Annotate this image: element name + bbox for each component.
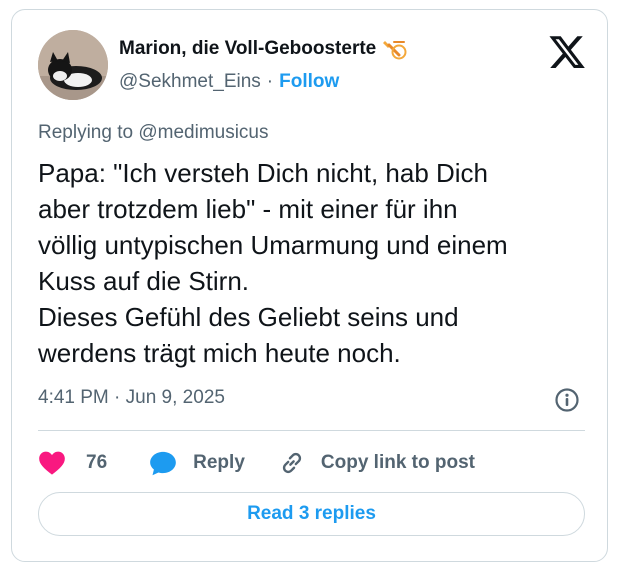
- follow-button[interactable]: Follow: [279, 71, 339, 93]
- replying-mention[interactable]: @medimusicus: [138, 122, 268, 143]
- tweet-text: Papa: "Ich versteh Dich nicht, hab Dich …: [38, 158, 508, 368]
- author-handle[interactable]: @Sekhmet_Eins: [119, 71, 261, 93]
- divider: [38, 430, 585, 431]
- author-name-row[interactable]: Marion, die Voll-Geboosterte: [119, 38, 407, 60]
- replying-prefix: Replying to: [38, 122, 139, 143]
- avatar[interactable]: [38, 30, 108, 100]
- reply-button[interactable]: Reply: [149, 450, 245, 476]
- syringe-badge-icon: [381, 38, 407, 60]
- cat-avatar-image: [38, 30, 108, 100]
- author-name[interactable]: Marion, die Voll-Geboosterte: [119, 38, 376, 60]
- link-icon: [282, 452, 301, 474]
- heart-icon: [39, 451, 65, 475]
- replying-to: Replying to @medimusicus: [38, 122, 269, 144]
- reply-label: Reply: [193, 452, 245, 473]
- tweet-timestamp[interactable]: 4:41 PM · Jun 9, 2025: [38, 387, 225, 409]
- like-count: 76: [86, 452, 108, 473]
- speech-bubble-icon: [150, 451, 176, 476]
- action-bar: 76 Reply Copy link to post: [38, 448, 475, 478]
- read-replies-button[interactable]: Read 3 replies: [38, 492, 585, 536]
- tweet-card: Marion, die Voll-Geboosterte @Sekhmet_Ei…: [11, 9, 608, 562]
- copy-link-button[interactable]: Copy link to post: [279, 450, 475, 476]
- x-logo-icon[interactable]: [549, 34, 585, 70]
- like-button[interactable]: 76: [38, 450, 107, 476]
- separator-dot: ·: [266, 71, 274, 92]
- info-icon[interactable]: [554, 387, 580, 413]
- handle-row: @Sekhmet_Eins · Follow: [119, 71, 339, 93]
- copy-link-label: Copy link to post: [320, 452, 475, 473]
